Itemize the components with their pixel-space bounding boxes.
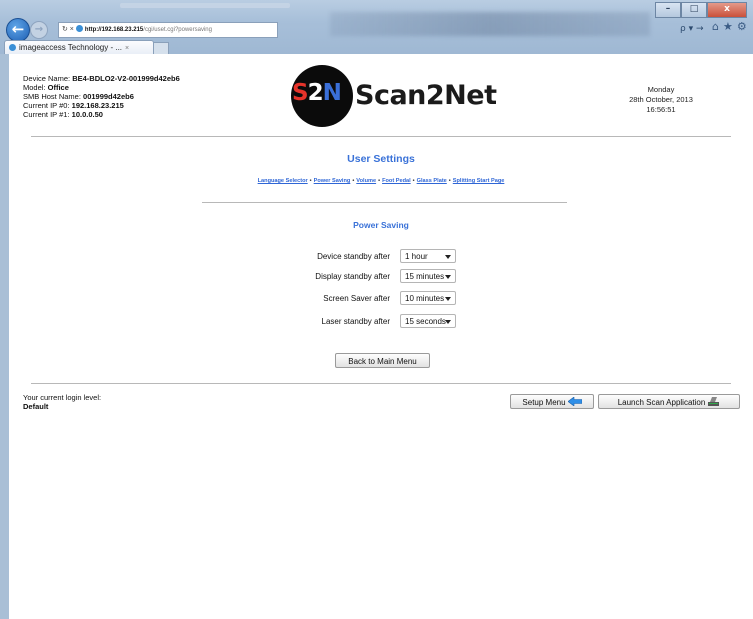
address-path: /cgi/uset.cgi?powersaving bbox=[143, 27, 212, 33]
device-model: Office bbox=[47, 83, 69, 92]
power-saving-heading: Power Saving bbox=[353, 220, 409, 230]
display-standby-select[interactable]: 15 minutes bbox=[400, 269, 456, 283]
link-language-selector[interactable]: Language Selector bbox=[258, 178, 308, 184]
current-ip-1: 10.0.0.50 bbox=[71, 110, 103, 119]
settings-divider bbox=[202, 202, 567, 203]
user-settings-heading: User Settings bbox=[347, 153, 415, 165]
laser-standby-label: Laser standby after bbox=[321, 317, 390, 326]
settings-links: Language Selector • Power Saving • Volume • Fo… bbox=[257, 178, 505, 184]
new-tab-button[interactable] bbox=[153, 42, 169, 54]
header-divider bbox=[31, 136, 731, 137]
blue-arrow-icon bbox=[567, 397, 582, 406]
launch-scan-application-button[interactable]: Launch Scan Application bbox=[598, 394, 740, 409]
row-screen-saver: Screen Saver after 10 minutes bbox=[259, 291, 499, 307]
date-day: Monday bbox=[647, 85, 675, 94]
laser-standby-select[interactable]: 15 seconds bbox=[400, 314, 456, 328]
close-button[interactable]: x bbox=[707, 2, 747, 18]
browser-titlebar: – □ x ← → ↻ × http://192.168.23.215/cgi/u… bbox=[0, 0, 753, 55]
maximize-button[interactable]: □ bbox=[681, 2, 707, 18]
link-foot-pedal[interactable]: Foot Pedal bbox=[382, 178, 411, 184]
current-ip-0: 192.168.23.215 bbox=[71, 101, 124, 110]
link-volume[interactable]: Volume bbox=[356, 178, 376, 184]
footer-divider bbox=[31, 383, 731, 384]
home-favorites-tools-icons[interactable]: ⌂★⚙ bbox=[712, 20, 751, 33]
search-icon[interactable]: ρ ▾ → bbox=[680, 24, 704, 34]
row-laser-standby: Laser standby after 15 seconds bbox=[259, 314, 499, 330]
back-to-main-menu-button[interactable]: Back to Main Menu bbox=[335, 353, 430, 368]
dropdown-arrow-icon bbox=[445, 297, 451, 301]
tab-favicon-icon bbox=[9, 44, 16, 51]
scan2net-logo: S2N Scan2Net bbox=[291, 65, 497, 127]
scanner-icon bbox=[708, 397, 720, 406]
date-full: 28th October, 2013 bbox=[629, 95, 693, 104]
address-host: http://192.168.23.215 bbox=[84, 27, 144, 33]
device-standby-label: Device standby after bbox=[317, 252, 390, 261]
back-arrow-icon[interactable]: ← bbox=[6, 18, 30, 42]
logo-mark: S2N bbox=[292, 80, 342, 106]
window-title-blur bbox=[120, 3, 290, 8]
link-splitting-start-page[interactable]: Splitting Start Page bbox=[453, 178, 505, 184]
display-standby-label: Display standby after bbox=[315, 272, 390, 281]
background-window-blur bbox=[330, 12, 650, 36]
browser-tab[interactable]: imageaccess Technology - ... × bbox=[4, 40, 154, 55]
tab-title: imageaccess Technology - ... bbox=[19, 43, 123, 52]
login-level-label: Your current login level: bbox=[23, 393, 102, 402]
device-info: Device Name: BE4-BDLO2-V2-001999d42eb6 M… bbox=[23, 74, 180, 119]
device-name: BE4-BDLO2-V2-001999d42eb6 bbox=[72, 74, 180, 83]
logo-wordmark: Scan2Net bbox=[355, 80, 497, 111]
refresh-stop-icons[interactable]: ↻ × bbox=[62, 23, 74, 37]
smb-host-name: 001999d42eb6 bbox=[83, 92, 134, 101]
dropdown-arrow-icon bbox=[445, 255, 451, 259]
link-glass-plate[interactable]: Glass Plate bbox=[417, 178, 447, 184]
window-frame-left bbox=[0, 54, 9, 619]
minimize-button[interactable]: – bbox=[655, 2, 681, 18]
link-power-saving[interactable]: Power Saving bbox=[314, 178, 351, 184]
device-standby-select[interactable]: 1 hour bbox=[400, 249, 456, 263]
dropdown-arrow-icon bbox=[445, 275, 451, 279]
address-bar[interactable]: ↻ × http://192.168.23.215/cgi/uset.cgi?po… bbox=[58, 22, 278, 38]
tab-close-icon[interactable]: × bbox=[125, 45, 129, 52]
setup-menu-button[interactable]: Setup Menu bbox=[510, 394, 594, 409]
dropdown-arrow-icon bbox=[445, 320, 451, 324]
screen-saver-label: Screen Saver after bbox=[323, 294, 390, 303]
date-time-clock: 16:56:51 bbox=[646, 105, 676, 114]
page-content: Device Name: BE4-BDLO2-V2-001999d42eb6 M… bbox=[9, 54, 753, 619]
date-time: Monday 28th October, 2013 16:56:51 bbox=[611, 85, 711, 115]
ie-favicon-icon bbox=[75, 25, 83, 32]
login-level: Your current login level: Default bbox=[23, 393, 101, 411]
forward-arrow-icon[interactable]: → bbox=[30, 21, 48, 39]
login-level-value: Default bbox=[23, 402, 49, 411]
window-controls: – □ x bbox=[655, 2, 747, 18]
row-display-standby: Display standby after 15 minutes bbox=[259, 269, 499, 285]
screen-saver-select[interactable]: 10 minutes bbox=[400, 291, 456, 305]
row-device-standby: Device standby after 1 hour bbox=[259, 249, 499, 265]
